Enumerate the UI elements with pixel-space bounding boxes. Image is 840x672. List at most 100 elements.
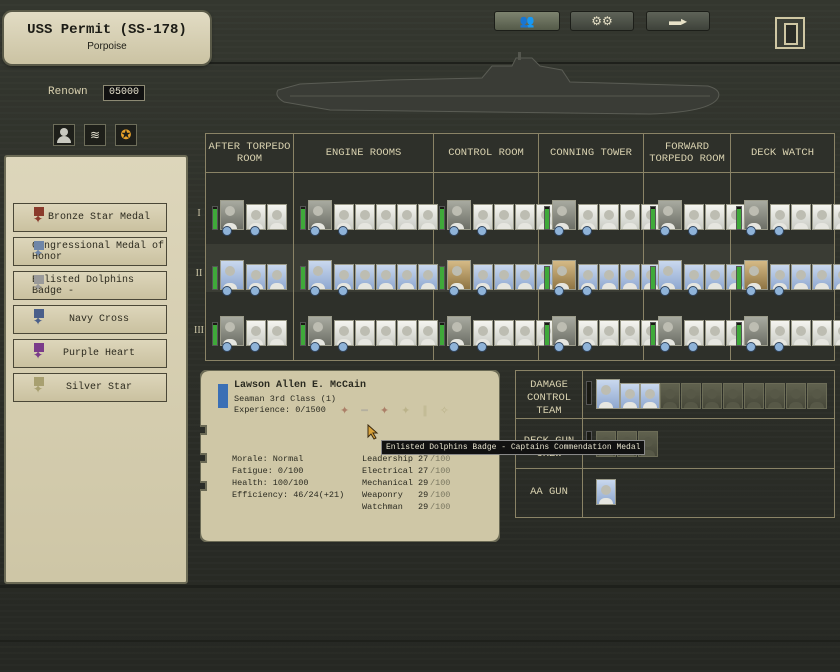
crew-portrait[interactable]: [599, 204, 619, 230]
crew-portrait[interactable]: [596, 479, 616, 505]
crew-portrait[interactable]: [658, 260, 682, 290]
crew-portrait[interactable]: [376, 320, 396, 346]
qualification-badge-icon: [582, 286, 592, 296]
crew-portrait[interactable]: [376, 204, 396, 230]
crew-portrait[interactable]: [833, 204, 840, 230]
crew-portrait[interactable]: [791, 320, 811, 346]
crew-portrait[interactable]: [447, 260, 471, 290]
crew-portrait[interactable]: [812, 320, 832, 346]
crew-portrait[interactable]: [705, 320, 725, 346]
medal-item[interactable]: ✦ Navy Cross: [13, 305, 167, 334]
crew-portrait[interactable]: [620, 204, 640, 230]
medal-filter-button[interactable]: ✪: [115, 124, 137, 146]
compartment-after-torpedo-room: AFTER TORPEDO ROOM: [206, 134, 294, 172]
crew-portrait[interactable]: [812, 264, 832, 290]
station-divider: [516, 418, 834, 419]
crew-portrait[interactable]: [681, 383, 701, 409]
crew-portrait[interactable]: [723, 383, 743, 409]
crew-portrait[interactable]: [786, 383, 806, 409]
crew-portrait[interactable]: [812, 204, 832, 230]
crew-portrait[interactable]: [833, 264, 840, 290]
crew-portrait[interactable]: [447, 200, 471, 230]
qualification-badge-icon: [774, 342, 784, 352]
crew-portrait[interactable]: [702, 383, 722, 409]
crew-portrait[interactable]: [355, 204, 375, 230]
crew-portrait[interactable]: [552, 200, 576, 230]
efficiency-bar: [544, 206, 550, 230]
crew-portrait[interactable]: [705, 264, 725, 290]
medal-item[interactable]: ✦ Enlisted Dolphins Badge -: [13, 271, 167, 300]
crew-portrait[interactable]: [397, 204, 417, 230]
crew-portrait[interactable]: [807, 383, 827, 409]
crew-portrait[interactable]: [397, 320, 417, 346]
crew-portrait[interactable]: [705, 204, 725, 230]
crew-portrait[interactable]: [599, 320, 619, 346]
qualification-badge-icon: [477, 286, 487, 296]
officer-filter-button[interactable]: [53, 124, 75, 146]
tab-systems[interactable]: ⚙⚙: [570, 11, 634, 31]
medal-star-icon: ✦: [33, 213, 44, 227]
crew-portrait[interactable]: [620, 264, 640, 290]
crew-portrait[interactable]: [494, 204, 514, 230]
crew-portrait[interactable]: [640, 383, 660, 409]
medal-item[interactable]: ✦ Purple Heart: [13, 339, 167, 368]
col-divider: [293, 134, 294, 360]
tab-crew[interactable]: 👥: [494, 11, 560, 31]
crew-portrait[interactable]: [267, 320, 287, 346]
crew-portrait[interactable]: [515, 204, 535, 230]
crew-portrait[interactable]: [308, 260, 332, 290]
crew-portrait[interactable]: [376, 264, 396, 290]
qualification-badge-icon: [250, 226, 260, 236]
crew-portrait[interactable]: [494, 320, 514, 346]
skill-label: Leadership: [362, 454, 414, 464]
medal-item[interactable]: ✦ Bronze Star Medal: [13, 203, 167, 232]
crew-portrait[interactable]: [744, 260, 768, 290]
crew-portrait[interactable]: [620, 383, 640, 409]
crew-portrait[interactable]: [599, 264, 619, 290]
crew-portrait[interactable]: [397, 264, 417, 290]
crew-portrait[interactable]: [267, 264, 287, 290]
crew-portrait[interactable]: [418, 320, 438, 346]
crew-portrait[interactable]: [744, 383, 764, 409]
crew-portrait[interactable]: [765, 383, 785, 409]
crew-portrait[interactable]: [447, 316, 471, 346]
crew-portrait[interactable]: [220, 260, 244, 290]
crew-portrait[interactable]: [552, 316, 576, 346]
crew-portrait[interactable]: [744, 316, 768, 346]
crew-portrait[interactable]: [658, 316, 682, 346]
crew-portrait[interactable]: [744, 200, 768, 230]
crew-portrait[interactable]: [620, 320, 640, 346]
crew-portrait[interactable]: [791, 204, 811, 230]
exit-button[interactable]: [775, 17, 805, 49]
qualification-badge-icon: [688, 226, 698, 236]
mouse-cursor-icon: [367, 424, 379, 440]
crew-portrait[interactable]: [552, 260, 576, 290]
tab-torpedoes[interactable]: ▬▸: [646, 11, 710, 31]
medal-item[interactable]: ✦ Congressional Medal of Honor: [13, 237, 167, 266]
crew-portrait[interactable]: [355, 320, 375, 346]
crew-portrait[interactable]: [494, 264, 514, 290]
crew-portrait[interactable]: [418, 204, 438, 230]
rank-filter-button[interactable]: ≋: [84, 124, 106, 146]
crew-portrait[interactable]: [220, 200, 244, 230]
crew-portrait[interactable]: [658, 200, 682, 230]
crew-portrait[interactable]: [220, 316, 244, 346]
crew-portrait[interactable]: [791, 264, 811, 290]
qualification-badge-icon: [310, 286, 320, 296]
crew-portrait[interactable]: [596, 379, 620, 409]
medal-item[interactable]: ✦ Silver Star: [13, 373, 167, 402]
crew-portrait[interactable]: [833, 320, 840, 346]
crew-portrait[interactable]: [515, 320, 535, 346]
crew-portrait[interactable]: [660, 383, 680, 409]
crew-portrait[interactable]: [267, 204, 287, 230]
rank-chevrons-icon: ≋: [89, 128, 101, 142]
crew-portrait[interactable]: [418, 264, 438, 290]
officer-icon: [60, 128, 68, 136]
qualification-badge-icon: [477, 226, 487, 236]
crew-portrait[interactable]: [308, 316, 332, 346]
qualification-badge-icon: [338, 342, 348, 352]
skill-max: /100: [430, 454, 451, 464]
crew-portrait[interactable]: [308, 200, 332, 230]
crew-portrait[interactable]: [515, 264, 535, 290]
crew-portrait[interactable]: [355, 264, 375, 290]
